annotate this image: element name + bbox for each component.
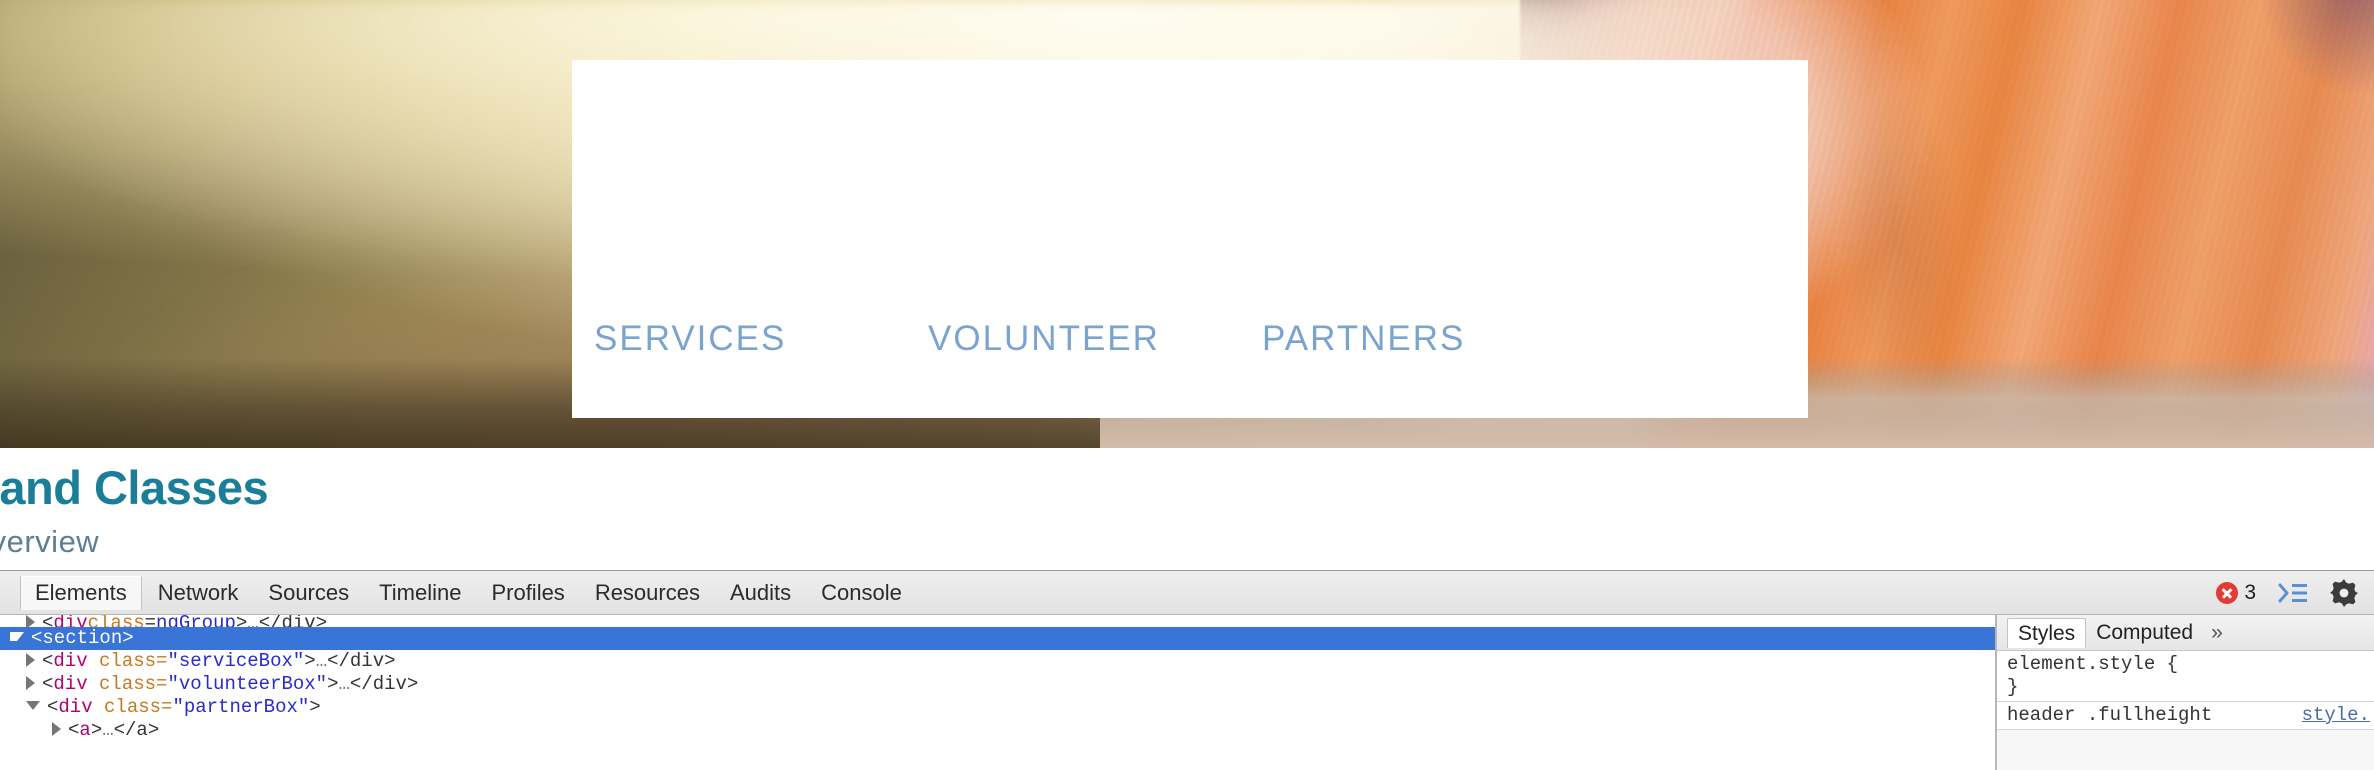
devtools-tab-audits[interactable]: Audits bbox=[716, 576, 805, 610]
devtools-body: <divclass=ngGroup>…</div> <section> <div… bbox=[0, 615, 2374, 770]
dom-row-volunteerbox-content: <div class="volunteerBox">…</div> bbox=[0, 673, 418, 695]
nav-slot-services: SERVICES bbox=[594, 321, 928, 356]
dom-row-anchor[interactable]: <a>…</a> bbox=[0, 719, 1995, 742]
element-style-rule[interactable]: element.style { } bbox=[1997, 651, 2374, 702]
dom-close-tag: </div> bbox=[349, 673, 419, 695]
devtools-toolbar-right: 3 bbox=[2216, 571, 2358, 615]
dom-gt: > bbox=[309, 696, 321, 718]
devtools-tab-elements[interactable]: Elements bbox=[20, 575, 142, 610]
dom-row-partnerbox[interactable]: <div class="partnerBox"> bbox=[0, 696, 1995, 719]
page-content-area: ts and Classes Overview bbox=[0, 448, 2374, 570]
expand-triangle-icon[interactable] bbox=[52, 722, 61, 736]
dom-attr-name: class= bbox=[87, 650, 168, 672]
dom-row-clipped-content: <divclass=ngGroup>…</div> bbox=[0, 615, 327, 627]
show-drawer-icon[interactable] bbox=[2278, 582, 2308, 604]
dom-row-anchor-content: <a>…</a> bbox=[0, 719, 159, 741]
dom-tag-name: div bbox=[53, 673, 88, 695]
expand-triangle-icon[interactable] bbox=[26, 653, 35, 667]
css-rule-header[interactable]: header .fullheight style. bbox=[1997, 702, 2374, 730]
dom-attr-value: "volunteerBox" bbox=[167, 673, 328, 695]
nav-link-services[interactable]: SERVICES bbox=[594, 319, 786, 358]
dom-tree-pane[interactable]: <divclass=ngGroup>…</div> <section> <div… bbox=[0, 615, 1995, 770]
dom-row-clipped[interactable]: <divclass=ngGroup>…</div> bbox=[0, 615, 1995, 627]
styles-tab-computed[interactable]: Computed bbox=[2086, 618, 2203, 647]
devtools-tab-network[interactable]: Network bbox=[144, 576, 253, 610]
dom-attr-value: "partnerBox" bbox=[172, 696, 310, 718]
collapse-triangle-icon[interactable] bbox=[10, 632, 24, 641]
gear-icon[interactable] bbox=[2330, 579, 2358, 607]
styles-tab-styles[interactable]: Styles bbox=[2007, 617, 2087, 648]
dom-lt: < bbox=[68, 719, 80, 741]
hero-nav-card: SERVICES VOLUNTEER PARTNERS bbox=[572, 60, 1808, 418]
element-style-close: } bbox=[2007, 676, 2019, 698]
dom-attr-name: class= bbox=[92, 696, 173, 718]
nav-link-partners[interactable]: PARTNERS bbox=[1262, 319, 1465, 358]
screenshot-root: SERVICES VOLUNTEER PARTNERS ts and Class… bbox=[0, 0, 2374, 770]
devtools-tab-console[interactable]: Console bbox=[807, 576, 916, 610]
hero-nav-links: SERVICES VOLUNTEER PARTNERS bbox=[572, 321, 1808, 356]
nav-slot-volunteer: VOLUNTEER bbox=[928, 321, 1262, 356]
dom-ellipsis: … bbox=[315, 650, 328, 672]
dom-gt: > bbox=[327, 673, 339, 695]
dom-tag-section: <section> bbox=[31, 627, 134, 649]
dom-ellipsis: … bbox=[102, 719, 114, 741]
page-subtitle: Overview bbox=[0, 524, 100, 559]
devtools-tab-timeline[interactable]: Timeline bbox=[365, 576, 475, 610]
dom-attr-name: class bbox=[87, 615, 145, 627]
nav-link-volunteer[interactable]: VOLUNTEER bbox=[928, 319, 1160, 358]
collapse-triangle-icon[interactable] bbox=[26, 701, 40, 710]
dom-gt: > bbox=[304, 650, 316, 672]
error-circle-icon bbox=[2216, 582, 2239, 604]
dom-tag-name: a bbox=[79, 719, 91, 741]
dom-tag-name: div bbox=[53, 650, 88, 672]
error-count-label: 3 bbox=[2244, 581, 2256, 604]
dom-row-servicebox-content: <div class="serviceBox">…</div> bbox=[0, 650, 396, 672]
css-rule-selector[interactable]: header .fullheight bbox=[2007, 704, 2212, 727]
nav-slot-partners: PARTNERS bbox=[1262, 321, 1596, 356]
dom-gt: > bbox=[90, 719, 103, 741]
dom-lt: < bbox=[42, 673, 54, 695]
styles-more-chevron-icon[interactable]: » bbox=[2203, 621, 2223, 645]
styles-tabbar: Styles Computed » bbox=[1997, 615, 2374, 651]
devtools-panel: Elements Network Sources Timeline Profil… bbox=[0, 570, 2374, 770]
dom-row-volunteerbox[interactable]: <div class="volunteerBox">…</div> bbox=[0, 673, 1995, 696]
dom-close-tag: </div> bbox=[327, 650, 396, 672]
dom-attr-value: "serviceBox" bbox=[167, 650, 305, 672]
dom-row-section[interactable]: <section> bbox=[0, 627, 1995, 650]
page-title: ts and Classes bbox=[0, 461, 269, 514]
dom-tag-name: div bbox=[58, 696, 93, 718]
dom-row-servicebox[interactable]: <div class="serviceBox">…</div> bbox=[0, 650, 1995, 673]
expand-triangle-icon[interactable] bbox=[26, 676, 35, 690]
dom-ellipsis: … bbox=[338, 673, 350, 695]
error-count-badge[interactable]: 3 bbox=[2216, 581, 2256, 605]
dom-row-section-content: <section> bbox=[0, 627, 134, 649]
devtools-toolbar: Elements Network Sources Timeline Profil… bbox=[0, 571, 2374, 615]
dom-lt: < bbox=[42, 650, 54, 672]
dom-tag-name: div bbox=[53, 615, 88, 627]
web-page-viewport: SERVICES VOLUNTEER PARTNERS ts and Class… bbox=[0, 0, 2374, 570]
dom-lt: < bbox=[47, 696, 59, 718]
dom-row-partnerbox-content: <div class="partnerBox"> bbox=[0, 696, 321, 718]
devtools-tab-profiles[interactable]: Profiles bbox=[477, 576, 578, 610]
css-rule-origin-link[interactable]: style. bbox=[2302, 704, 2374, 727]
devtools-tab-sources[interactable]: Sources bbox=[254, 576, 363, 610]
dom-attr-name: class= bbox=[87, 673, 168, 695]
element-style-open: element.style { bbox=[2007, 653, 2179, 675]
devtools-tab-resources[interactable]: Resources bbox=[581, 576, 714, 610]
dom-close-tag: </a> bbox=[113, 719, 160, 741]
expand-triangle-icon[interactable] bbox=[26, 615, 35, 627]
dom-attr-value: ngGroup bbox=[156, 615, 236, 627]
styles-sidebar-pane: Styles Computed » element.style { } head… bbox=[1997, 615, 2374, 770]
